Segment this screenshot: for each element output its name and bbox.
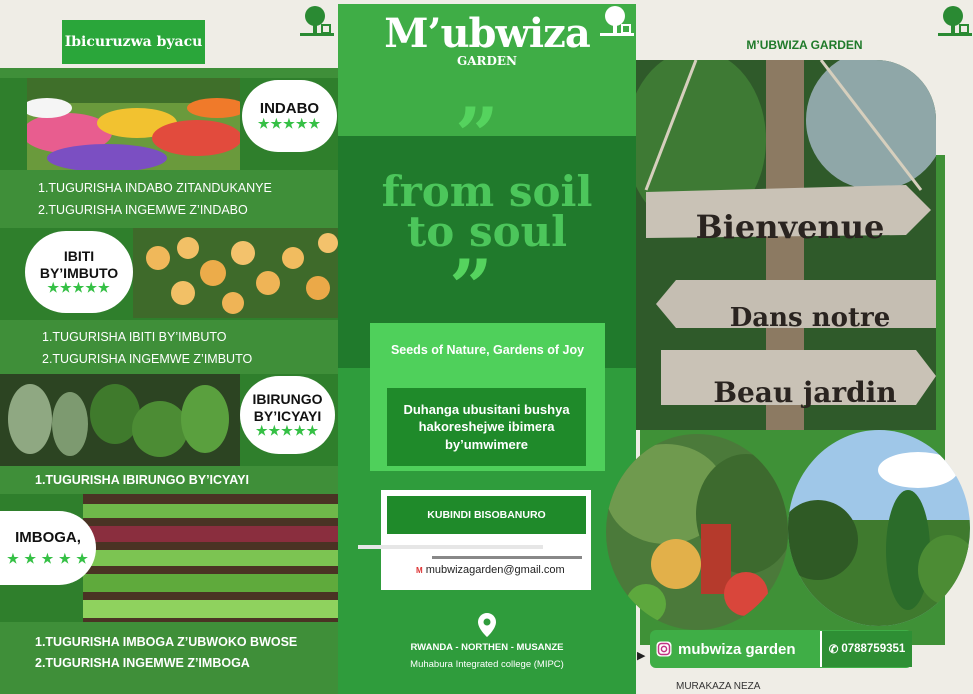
flowers-label-badge: INDABO ★★★★★ (242, 80, 337, 152)
herbs-item-1: 1.TUGURISHA IBIRUNGO BY’ICYAYI (35, 473, 249, 487)
location-pin-icon (478, 613, 496, 637)
sign-text-line-1: Bienvenue (695, 208, 885, 246)
flowers-item-2: 2.TUGURISHA INGEMWE Z’INDABO (38, 203, 248, 217)
flowers-item-1: 1.TUGURISHA INDABO ZITANDUKANYE (38, 181, 272, 195)
veg-rating-stars: ★ ★ ★ ★ ★ (7, 551, 89, 567)
potted-plants-photo (606, 434, 788, 630)
phone-number: 0788759351 (841, 643, 906, 655)
welcome-text: MURAKAZA NEZA (676, 681, 761, 692)
veg-item-1: 1.TUGURISHA IMBOGA Z’UBWOKO BWOSE (35, 635, 298, 649)
garden-title: M’UBWIZA GARDEN (746, 38, 863, 52)
veg-title: IMBOGA, (15, 528, 81, 546)
divider (432, 556, 582, 559)
flowers-rating-stars: ★★★★★ (257, 116, 322, 132)
fruit-label-badge: IBITI BY’IMBUTO ★★★★★ (25, 231, 133, 313)
herbs-title-line2: BY’ICYAYI (253, 407, 322, 424)
brand-subtitle: GARDEN (456, 54, 518, 68)
fruit-title-line2: BY’IMBUTO (39, 264, 119, 281)
description: Duhanga ubusitani bushya hakoreshejwe ib… (387, 388, 586, 466)
instagram-handle: mubwiza garden (678, 640, 796, 658)
fruit-item-1: 1.TUGURISHA IBITI BY’IMBUTO (42, 330, 227, 344)
fruit-photo (133, 228, 342, 318)
email-address: mubwizagarden@gmail.com (425, 564, 565, 576)
garden-landscape-photo (788, 430, 970, 626)
veg-item-2: 2.TUGURISHA INGEMWE Z’IMBOGA (35, 656, 250, 670)
instagram-icon (656, 641, 672, 657)
quote-close-icon: ” (449, 243, 493, 332)
vegetables-photo (83, 494, 341, 622)
address-line-1: RWANDA - NORTHEN - MUSANZE (410, 642, 564, 653)
slogan: from soil to soul (338, 167, 636, 253)
flowers-photo (27, 78, 240, 170)
tree-logo-icon (300, 6, 334, 36)
address-line-2: Muhabura Integrated college (MIPC) (410, 659, 564, 670)
herbs-label-badge: IBIRUNGO BY’ICYAYI ★★★★★ (240, 376, 335, 454)
cursor-icon: ▶ (637, 650, 646, 662)
veg-label-badge: IMBOGA, ★ ★ ★ ★ ★ (0, 511, 96, 585)
fruit-item-2: 2.TUGURISHA INGEMWE Z’IMBUTO (42, 352, 253, 366)
gmail-icon: M (416, 566, 423, 575)
fruit-title-line1: IBITI (63, 248, 95, 265)
tagline: Seeds of Nature, Gardens of Joy (390, 343, 585, 357)
tree-logo-icon (938, 6, 972, 36)
herbs-photo (0, 374, 240, 466)
sign-text-line-2: Dans notre (729, 303, 891, 333)
brand-name: M’ubwiza (384, 10, 591, 57)
herbs-title-line1: IBIRUNGO (252, 391, 323, 408)
quote-open-icon: ” (455, 91, 499, 180)
sign-text-line-3: Beau jardin (713, 376, 897, 409)
divider (358, 545, 543, 549)
email-row[interactable]: M mubwizagarden@gmail.com (416, 564, 565, 576)
herbs-rating-stars: ★★★★★ (255, 422, 320, 438)
instagram-link[interactable]: mubwiza garden (656, 637, 816, 661)
slogan-line-1: from soil (381, 167, 593, 216)
fruit-rating-stars: ★★★★★ (47, 279, 111, 295)
flowers-title: INDABO (259, 99, 320, 117)
more-info-button[interactable]: KUBINDI BISOBANURO (387, 496, 586, 534)
phone-link[interactable]: ✆ 0788759351 (820, 631, 912, 667)
products-heading: Ibicuruzwa byacu (62, 20, 205, 64)
phone-icon: ✆ (828, 644, 839, 656)
